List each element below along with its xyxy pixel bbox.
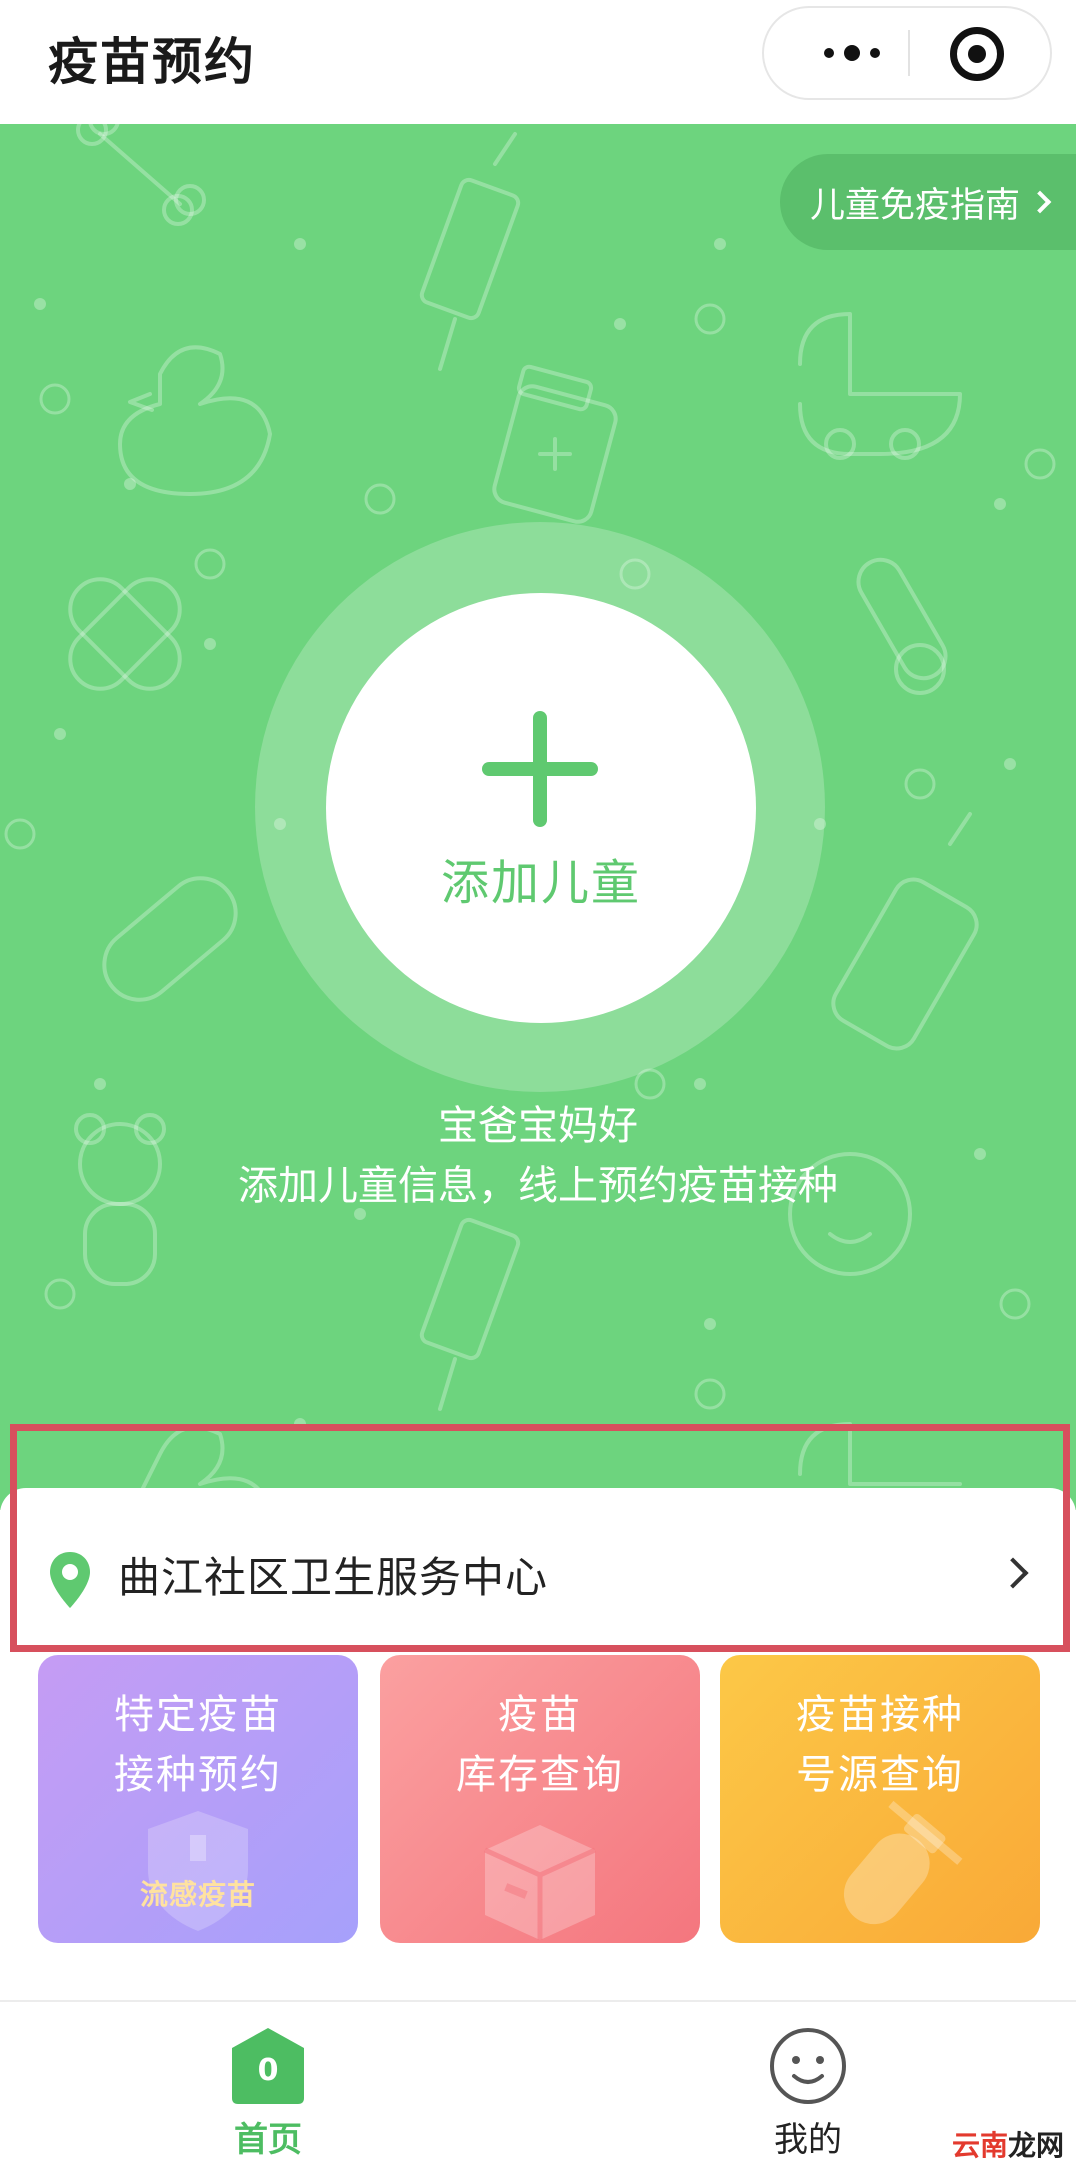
chevron-right-icon: [997, 1557, 1029, 1589]
watermark: 云南龙网: [952, 2124, 1064, 2164]
tile-title-line-2: 接种预约: [114, 1752, 282, 1798]
bone-icon: [76, 124, 206, 226]
tile-title: 疫苗 库存查询: [380, 1685, 700, 1805]
tab-mine[interactable]: 我的: [658, 2002, 958, 2172]
flu-vaccine-badge: 流感疫苗: [139, 1878, 256, 1911]
bandage-icon: [68, 577, 182, 691]
tile-title-line-1: 特定疫苗: [114, 1692, 282, 1738]
add-child-button[interactable]: 添加儿童: [326, 593, 756, 1023]
chevron-right-icon: [1028, 190, 1052, 214]
tile-title: 特定疫苗 接种预约: [38, 1685, 358, 1805]
home-badge-count: 0: [257, 2052, 279, 2088]
tile-title: 疫苗接种 号源查询: [720, 1685, 1040, 1805]
page-title: 疫苗预约: [48, 33, 256, 91]
capsule-divider: [908, 30, 910, 76]
tab-home[interactable]: 0 首页: [118, 2002, 418, 2172]
duck-icon: [118, 345, 272, 496]
mini-program-capsule: [762, 6, 1052, 100]
smiley-face-icon: [770, 2028, 846, 2104]
immunization-guide-link[interactable]: 儿童免疫指南: [779, 154, 1076, 250]
hero-banner: 儿童免疫指南 添加儿童 宝爸宝妈好 添加儿童信息，线上预约疫苗接种: [0, 124, 1076, 1510]
vial-icon: [843, 1800, 963, 1925]
bottom-tab-bar: 0 首页 我的: [0, 2000, 1076, 2172]
add-child-label: 添加儿童: [440, 855, 641, 911]
tile-title-line-2: 号源查询: [796, 1752, 964, 1798]
medicine-bottle-icon: [492, 364, 618, 524]
box-icon: [483, 1825, 597, 1940]
pill-icon: [102, 876, 238, 1002]
vaccine-slot-query-tile[interactable]: 疫苗接种 号源查询: [720, 1655, 1040, 1943]
more-dots-icon[interactable]: [804, 8, 900, 98]
tile-title-line-2: 库存查询: [456, 1752, 624, 1798]
shield-icon: [148, 1811, 248, 1931]
tab-home-label: 首页: [234, 2120, 302, 2160]
clinic-name: 曲江社区卫生服务中心: [118, 1553, 549, 1602]
tab-mine-label: 我的: [774, 2120, 842, 2160]
top-bar: 疫苗预约: [0, 0, 1076, 124]
watermark-part-2: 龙网: [1007, 2129, 1064, 2162]
baby-bottle-icon: [831, 812, 979, 1051]
tile-title-line-1: 疫苗接种: [796, 1692, 964, 1738]
guide-label: 儿童免疫指南: [809, 185, 1020, 226]
target-close-icon[interactable]: [950, 27, 1004, 81]
tile-title-line-1: 疫苗: [498, 1692, 582, 1738]
specific-vaccine-appointment-tile[interactable]: 特定疫苗 接种预约 流感疫苗: [38, 1655, 358, 1943]
plus-icon-vertical: [533, 711, 547, 827]
watermark-part-1: 云南: [951, 2129, 1008, 2162]
stroller-icon: [798, 1422, 962, 1486]
vaccine-stock-query-tile[interactable]: 疫苗 库存查询: [380, 1655, 700, 1943]
syringe-icon: [419, 132, 521, 371]
greeting-line-1: 宝爸宝妈好: [438, 1103, 638, 1149]
thermometer-icon: [856, 557, 948, 695]
location-pin-icon: [50, 1552, 90, 1608]
clinic-selector[interactable]: 曲江社区卫生服务中心: [0, 1488, 1076, 1658]
greeting-text: 宝爸宝妈好 添加儿童信息，线上预约疫苗接种: [0, 1096, 1076, 1216]
stroller-icon: [798, 312, 962, 460]
syringe-icon: [419, 1217, 521, 1411]
greeting-line-2: 添加儿童信息，线上预约疫苗接种: [238, 1163, 838, 1209]
